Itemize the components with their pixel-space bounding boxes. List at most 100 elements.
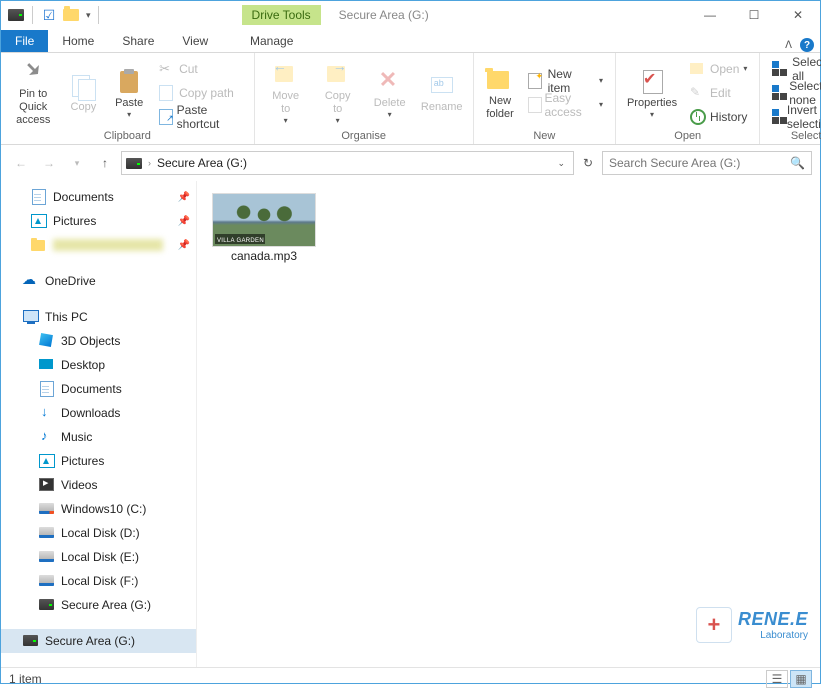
qat-customize-caret[interactable]: ▾ [86,10,91,21]
chevron-right-icon: › [148,158,151,168]
collapse-ribbon-button[interactable]: ᐱ [785,40,792,51]
thumbnail-overlay-text: VILLA GARDEN [217,238,264,244]
navigation-pane[interactable]: Documents📌 Pictures📌 📌 OneDrive This PC … [1,181,197,667]
title-bar: ☑ ▾ Drive Tools Secure Area (G:) — ☐ ✕ [1,1,820,29]
tree-downloads[interactable]: Downloads [1,401,196,425]
tree-local-f[interactable]: Local Disk (F:) [1,569,196,593]
drive-icon [39,549,55,565]
minimize-button[interactable]: — [688,1,732,29]
desktop-icon [39,357,55,373]
tree-network[interactable]: Network [1,665,196,667]
onedrive-icon [23,273,39,289]
recent-locations-button[interactable]: ▾ [65,151,89,175]
videos-icon [39,477,55,493]
delete-button[interactable]: Delete ▾ [367,58,413,128]
refresh-button[interactable]: ↻ [578,151,598,175]
tab-file[interactable]: File [1,30,48,52]
pin-icon: 📌 [178,240,190,251]
search-input[interactable] [609,156,790,170]
details-view-button[interactable]: ☰ [766,670,788,688]
this-pc-icon [23,309,39,325]
open-button[interactable]: Open ▾ [686,58,751,80]
file-item[interactable]: VILLA GARDEN canada.mp3 [209,193,319,263]
tree-quick-documents[interactable]: Documents📌 [1,185,196,209]
copy-to-button[interactable]: Copy to ▾ [315,58,361,128]
forward-button[interactable]: → [37,151,61,175]
history-button[interactable]: History [686,106,751,128]
pictures-icon [31,213,47,229]
properties-qat-icon[interactable]: ☑ [40,6,58,24]
select-none-button[interactable]: Select none [768,82,821,104]
invert-selection-button[interactable]: Invert selection [768,106,821,128]
large-icons-view-button[interactable]: ▦ [790,670,812,688]
select-all-button[interactable]: Select all [768,58,821,80]
paste-button[interactable]: Paste ▾ [109,58,149,128]
paste-shortcut-button[interactable]: Paste shortcut [155,106,246,128]
pictures-icon [39,453,55,469]
copy-button[interactable]: Copy [63,58,103,128]
select-none-icon [772,85,785,101]
tree-onedrive[interactable]: OneDrive [1,269,196,293]
search-icon[interactable]: 🔍 [790,156,805,170]
tree-secure-g-root[interactable]: Secure Area (G:) [1,629,196,653]
tree-pictures[interactable]: Pictures [1,449,196,473]
easy-access-button[interactable]: Easy access ▾ [524,94,607,116]
select-all-icon [772,61,788,77]
close-button[interactable]: ✕ [776,1,820,29]
tree-quick-pictures[interactable]: Pictures📌 [1,209,196,233]
copy-icon [68,71,98,99]
group-open: Properties ▾ Open ▾ Edit History Open [616,53,760,144]
rename-button[interactable]: Rename [419,58,465,128]
pin-icon: 📌 [178,192,190,203]
pin-to-quick-access-button[interactable]: Pin to Quick access [9,58,57,128]
maximize-button[interactable]: ☐ [732,1,776,29]
tree-secure-g-under-pc[interactable]: Secure Area (G:) [1,593,196,617]
tree-documents[interactable]: Documents [1,377,196,401]
tree-3d-objects[interactable]: 3D Objects [1,329,196,353]
move-to-button[interactable]: Move to ▾ [263,58,309,128]
watermark-sub: Laboratory [738,630,808,641]
tree-windows-c[interactable]: Windows10 (C:) [1,497,196,521]
window-title: Secure Area (G:) [339,8,429,22]
drive-icon [39,573,55,589]
content-pane[interactable]: VILLA GARDEN canada.mp3 RENE.E Laborator… [197,181,820,667]
drive-icon [39,501,55,517]
cut-button[interactable]: Cut [155,58,246,80]
tab-share[interactable]: Share [108,30,168,52]
edit-button[interactable]: Edit [686,82,751,104]
tab-view[interactable]: View [168,30,222,52]
address-bar[interactable]: › Secure Area (G:) ⌄ [121,151,574,175]
new-folder-qat-icon[interactable] [62,6,80,24]
properties-button[interactable]: Properties ▾ [624,58,680,128]
tree-videos[interactable]: Videos [1,473,196,497]
rename-icon [427,71,457,99]
address-drive-icon [126,158,142,169]
group-new: New folder New item ▾ Easy access ▾ New [474,53,616,144]
easy-access-icon [528,97,540,113]
drive-icon [39,597,55,613]
edit-icon [690,85,706,101]
tree-local-d[interactable]: Local Disk (D:) [1,521,196,545]
tree-this-pc[interactable]: This PC [1,305,196,329]
tab-home[interactable]: Home [48,30,108,52]
navigation-bar: ← → ▾ ↑ › Secure Area (G:) ⌄ ↻ 🔍 [1,145,820,181]
tree-music[interactable]: Music [1,425,196,449]
help-button[interactable]: ? [800,38,814,52]
new-item-button[interactable]: New item ▾ [524,70,607,92]
address-text: Secure Area (G:) [157,156,547,170]
group-clipboard: Pin to Quick access Copy Paste ▾ Cut Cop… [1,53,255,144]
drive-icon [23,633,39,649]
up-button[interactable]: ↑ [93,151,117,175]
tree-quick-blurred[interactable]: 📌 [1,233,196,257]
new-folder-button[interactable]: New folder [482,58,519,128]
back-button[interactable]: ← [9,151,33,175]
tree-desktop[interactable]: Desktop [1,353,196,377]
search-box[interactable]: 🔍 [602,151,812,175]
tree-local-e[interactable]: Local Disk (E:) [1,545,196,569]
group-select: Select all Select none Invert selection … [760,53,821,144]
address-dropdown-caret[interactable]: ⌄ [553,158,569,169]
ribbon: Pin to Quick access Copy Paste ▾ Cut Cop… [1,53,820,145]
copy-path-button[interactable]: Copy path [155,82,246,104]
tab-manage[interactable]: Manage [236,30,307,52]
window-controls: — ☐ ✕ [688,1,820,29]
